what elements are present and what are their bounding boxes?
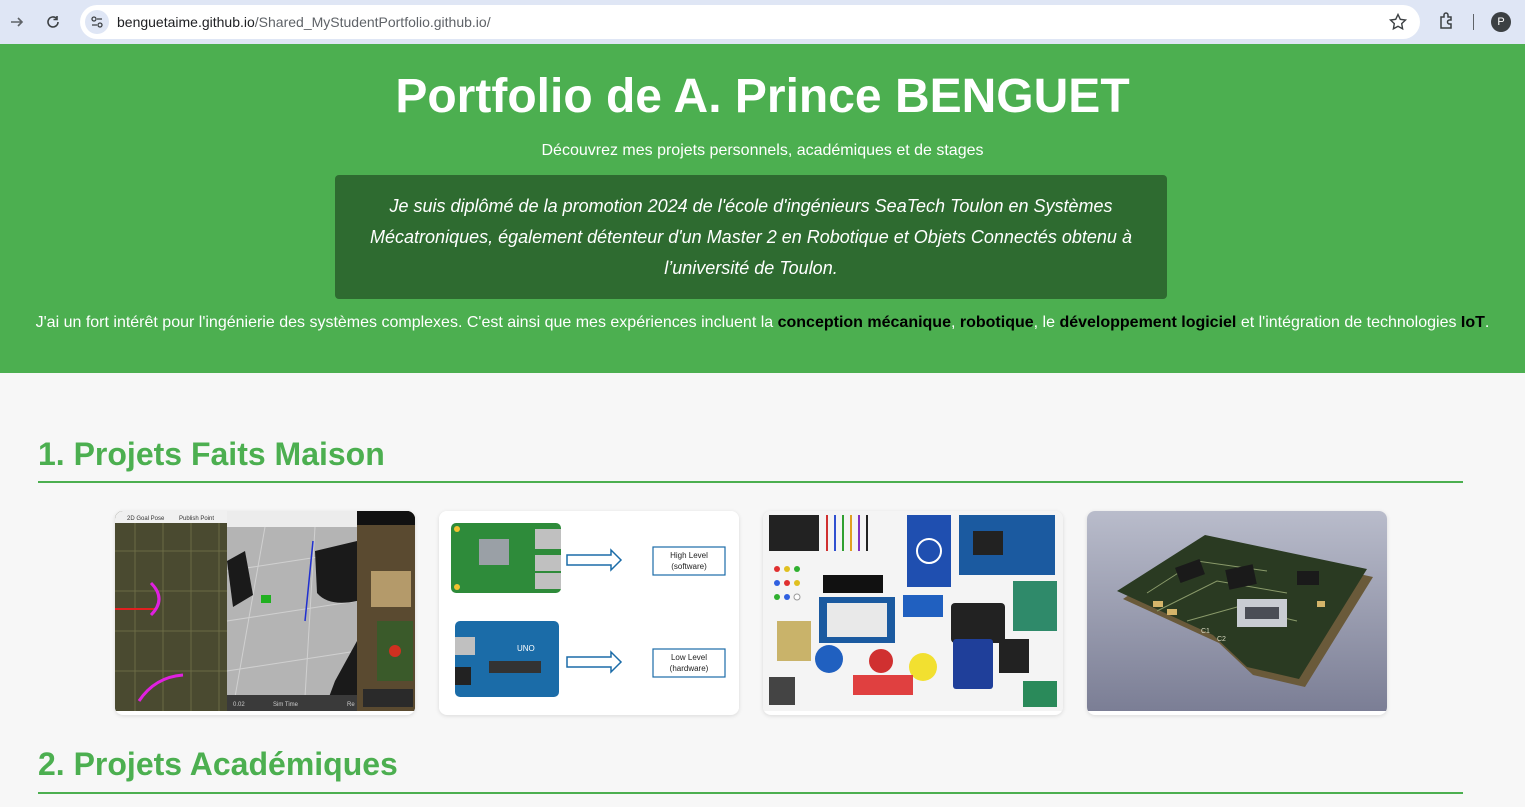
sim-extra-label: Re	[347, 702, 355, 708]
url-path: /Shared_MyStudentPortfolio.github.io/	[254, 14, 491, 30]
extensions-icon[interactable]	[1437, 11, 1457, 31]
project-card-pcb-design[interactable]: C1 C2	[1087, 511, 1387, 715]
pcb-label-c1: C1	[1201, 628, 1210, 635]
arrow-right-icon	[11, 17, 24, 27]
keyword-software-dev: développement logiciel	[1059, 314, 1237, 331]
project-card-raspberry-arduino[interactable]: UNO High Level (software) Low Level (har…	[439, 511, 739, 715]
high-level-label: High Level	[670, 551, 708, 560]
keyword-iot: IoT	[1460, 314, 1485, 331]
project-card-list: 2D Goal Pose Publish Point 0.02 Sim Time…	[115, 511, 1387, 715]
svg-text:UNO: UNO	[517, 644, 535, 653]
raspberry-arduino-diagram: UNO High Level (software) Low Level (har…	[439, 511, 739, 711]
interest-paragraph: J'ai un fort intérêt pour l'ingénierie d…	[0, 312, 1525, 334]
section-divider	[38, 481, 1463, 483]
url-text[interactable]: benguetaime.github.io/Shared_MyStudentPo…	[117, 14, 491, 30]
goal-pose-label: 2D Goal Pose	[127, 516, 165, 522]
section-divider	[38, 792, 1463, 794]
keyword-mechanical-design: conception mécanique	[777, 314, 951, 331]
project-card-robot-simulation[interactable]: 2D Goal Pose Publish Point 0.02 Sim Time…	[115, 511, 415, 715]
low-level-label: Low Level	[671, 653, 707, 662]
site-info-icon[interactable]	[85, 10, 109, 34]
forward-button[interactable]	[0, 5, 34, 39]
pcb-render-image: C1 C2	[1087, 511, 1387, 711]
url-host: benguetaime.github.io	[117, 14, 255, 30]
interest-text-2: ,	[950, 314, 960, 331]
browser-toolbar: benguetaime.github.io/Shared_MyStudentPo…	[0, 0, 1525, 44]
pcb-label-c2: C2	[1217, 636, 1226, 643]
interest-text-3: , le	[1033, 314, 1060, 331]
address-bar[interactable]: benguetaime.github.io/Shared_MyStudentPo…	[80, 5, 1420, 39]
project-card-electronics-kit[interactable]	[763, 511, 1063, 715]
reload-button[interactable]	[36, 5, 70, 39]
intro-box: Je suis diplômé de la promotion 2024 de …	[335, 175, 1167, 299]
page-title: Portfolio de A. Prince BENGUET	[395, 70, 1130, 123]
sim-readout: 0.02	[233, 702, 245, 708]
section-title-academic-projects: 2. Projets Académiques	[38, 746, 398, 782]
bookmark-star-icon[interactable]	[1388, 12, 1408, 32]
interest-text-4: et l'intégration de technologies	[1236, 314, 1461, 331]
reload-icon	[47, 16, 59, 28]
interest-text-5: .	[1484, 314, 1490, 331]
hero-header: Portfolio de A. Prince BENGUET Découvrez…	[0, 44, 1525, 373]
toolbar-separator	[1473, 14, 1474, 30]
high-level-sub: (software)	[671, 562, 707, 571]
sim-time-label: Sim Time	[273, 702, 299, 708]
electronics-kit-image	[763, 511, 1063, 711]
profile-avatar[interactable]: P	[1491, 12, 1511, 32]
low-level-sub: (hardware)	[670, 664, 709, 673]
section-title-home-projects: 1. Projets Faits Maison	[38, 436, 385, 472]
page-subtitle: Découvrez mes projets personnels, académ…	[541, 142, 984, 159]
robot-simulation-image: 2D Goal Pose Publish Point 0.02 Sim Time…	[115, 511, 415, 711]
publish-point-label: Publish Point	[179, 516, 214, 522]
keyword-robotics: robotique	[959, 314, 1034, 331]
interest-text-1: J'ai un fort intérêt pour l'ingénierie d…	[35, 314, 778, 331]
